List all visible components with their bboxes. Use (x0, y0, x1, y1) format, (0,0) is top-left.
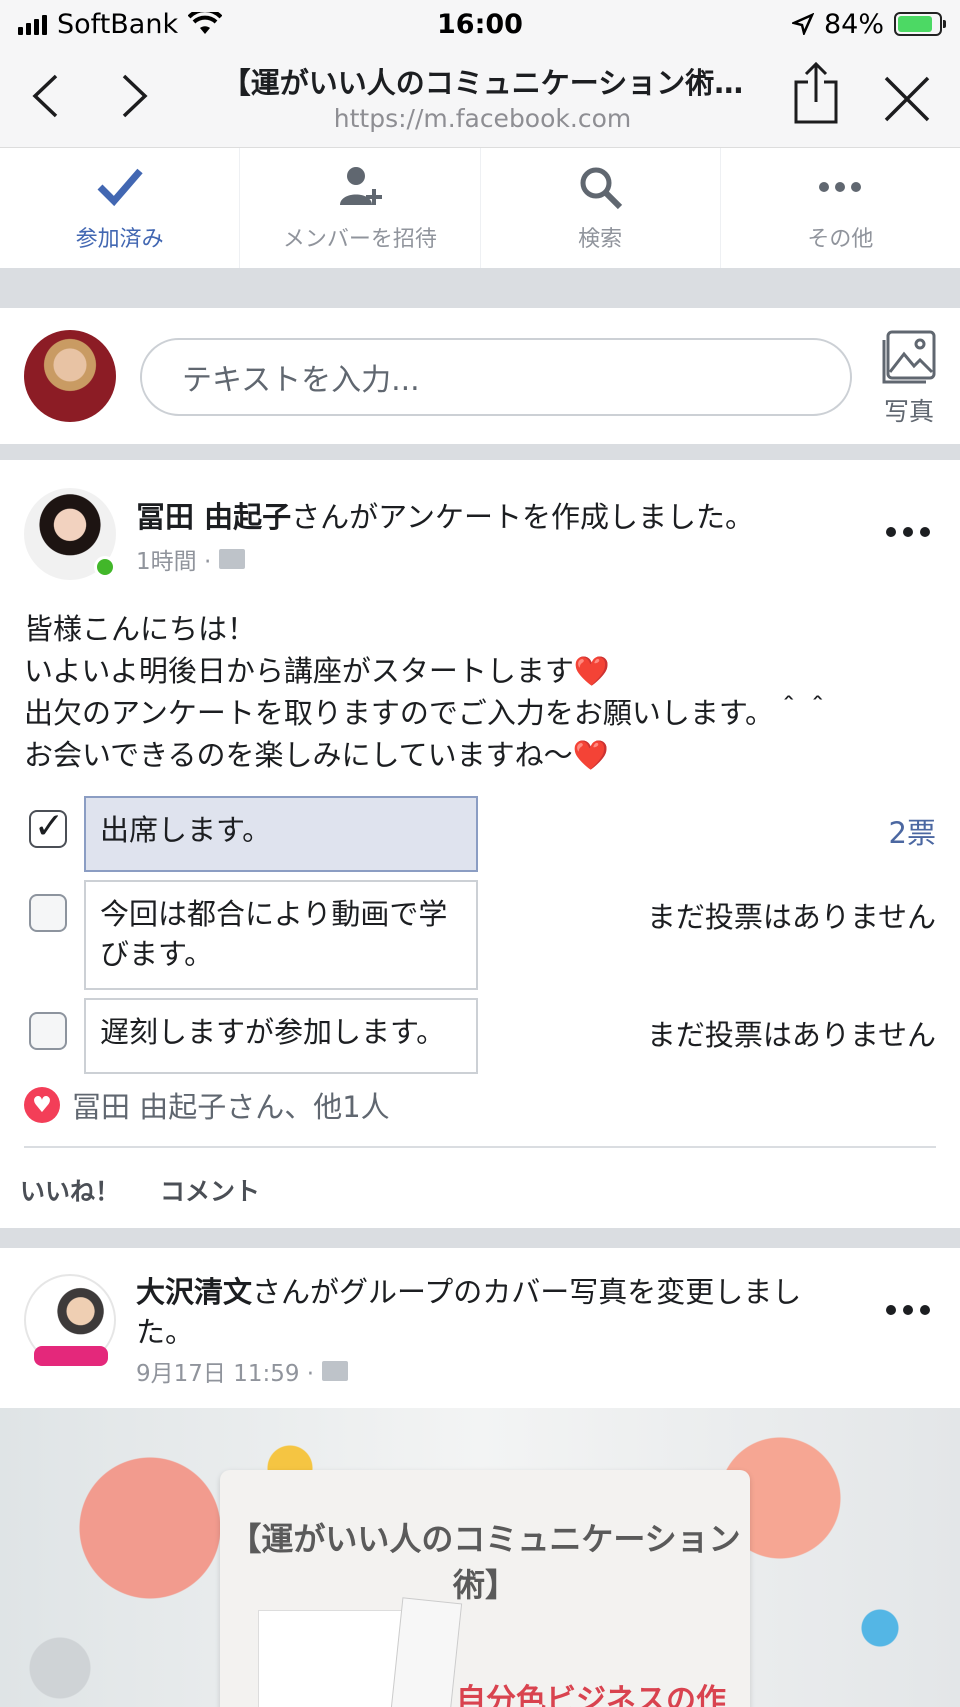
invite-members-button[interactable]: メンバーを招待 (240, 148, 481, 268)
post-header: 大沢清文さんがグループのカバー写真を変更しました。 (136, 1272, 856, 1352)
post-line: 皆様こんにちは！ (24, 612, 257, 646)
poll-post: 冨田 由起子さんがアンケートを作成しました。 1時間 · 皆様こんにちは！ いよ… (0, 460, 960, 1228)
add-person-icon (339, 167, 382, 205)
poll-vote-count: まだ投票はありません (646, 900, 936, 934)
cover-card: 【運がいい人のコミュニケーション術】 自分色ビジネスの作り方 (220, 1470, 750, 1707)
joined-label: 参加済み (75, 227, 164, 252)
photo-icon (882, 330, 936, 384)
close-icon[interactable] (880, 72, 934, 126)
group-audience-icon (219, 549, 246, 569)
poll-vote-count[interactable]: 2票 (889, 810, 936, 852)
forward-button[interactable] (110, 70, 160, 122)
carrier-name: SoftBank (57, 8, 179, 40)
search-icon (580, 167, 623, 210)
cover-subtitle: 自分色ビジネスの作り方 (456, 1683, 726, 1707)
section-divider (0, 268, 960, 308)
more-button[interactable]: その他 (721, 148, 960, 268)
group-audience-icon (322, 1361, 349, 1381)
search-button[interactable]: 検索 (481, 148, 721, 268)
poll-option[interactable]: 遅刻しますが参加します。 (84, 998, 478, 1074)
post-time[interactable]: 1時間 · (136, 542, 211, 576)
battery-icon (894, 12, 946, 36)
cover-photo-post: 大沢清文さんがグループのカバー写真を変更しました。 9月17日 11:59 · … (0, 1248, 960, 1707)
more-label: その他 (807, 227, 874, 252)
poll-option[interactable]: 出席します。 (84, 796, 478, 872)
post-line: 出欠のアンケートを取りますのでご入力をお願いします。＾＾ (24, 696, 832, 730)
reactions-text: 冨田 由起子さん、他1人 (72, 1090, 390, 1124)
poll-checkbox[interactable] (29, 894, 67, 932)
like-button[interactable]: いいね！ (20, 1172, 120, 1208)
poll-checkbox[interactable] (29, 806, 67, 848)
heart-icon: ♥ (24, 1087, 60, 1123)
post-line: お会いできるのを楽しみにしていますね〜❤️ (24, 738, 609, 772)
invite-members-label: メンバーを招待 (282, 227, 437, 252)
browser-bar: 【運がいい人のコミュニケーション術… https://m.facebook.co… (0, 48, 960, 148)
online-status-icon (94, 556, 116, 578)
poll-checkbox[interactable] (29, 1012, 67, 1050)
composer-input[interactable]: テキストを入力... (140, 338, 852, 416)
post-options-button[interactable] (886, 1300, 930, 1320)
post-body: 皆様こんにちは！ いよいよ明後日から講座がスタートします❤️ 出欠のアンケートを… (24, 608, 934, 776)
photo-label: 写真 (883, 397, 934, 426)
avatar-badge (34, 1346, 108, 1366)
post-action-text: さんがアンケートを作成しました。 (291, 500, 754, 534)
comment-button[interactable]: コメント (160, 1172, 260, 1208)
post-header: 冨田 由起子さんがアンケートを作成しました。 (136, 494, 754, 536)
my-avatar[interactable] (24, 330, 116, 422)
post-time[interactable]: 9月17日 11:59 · (136, 1354, 314, 1388)
location-icon (791, 13, 814, 35)
author-name[interactable]: 冨田 由起子 (136, 500, 291, 534)
share-icon[interactable] (790, 60, 842, 126)
poll-option-row: 出席します。 2票 (24, 796, 936, 872)
chevron-right-icon (122, 74, 148, 118)
cover-title: 【運がいい人のコミュニケーション術】 (229, 1520, 741, 1604)
section-divider (0, 444, 960, 460)
author-name[interactable]: 大沢清文 (136, 1275, 252, 1309)
post-meta: 1時間 · (136, 542, 246, 576)
photo-button[interactable]: 写真 (876, 328, 942, 428)
poll-option-row: 今回は都合により動画で学びます。 まだ投票はありません (24, 880, 936, 990)
battery-percent: 84% (823, 8, 884, 40)
reactions-summary[interactable]: ♥ 冨田 由起子さん、他1人 (24, 1084, 390, 1126)
post-line: いよいよ明後日から講座がスタートします❤️ (24, 654, 610, 688)
group-action-bar: 参加済み メンバーを招待 検索 その他 (0, 148, 960, 268)
poll: 出席します。 2票 今回は都合により動画で学びます。 まだ投票はありません 遅刻… (24, 796, 936, 1082)
poll-vote-count: まだ投票はありません (646, 1018, 936, 1052)
back-button[interactable] (20, 70, 70, 122)
wifi-icon (188, 12, 223, 34)
section-divider (0, 1228, 960, 1248)
page-url[interactable]: https://m.facebook.com (205, 104, 760, 133)
check-icon (97, 168, 143, 207)
more-icon (819, 182, 862, 192)
divider (24, 1146, 936, 1148)
poll-option[interactable]: 今回は都合により動画で学びます。 (84, 880, 478, 990)
cover-photo[interactable]: 【運がいい人のコミュニケーション術】 自分色ビジネスの作り方 (0, 1408, 960, 1707)
composer: テキストを入力... 写真 (0, 308, 960, 444)
post-options-button[interactable] (886, 522, 930, 542)
joined-button[interactable]: 参加済み (0, 148, 241, 268)
poll-option-row: 遅刻しますが参加します。 まだ投票はありません (24, 998, 936, 1074)
book-image (258, 1610, 408, 1707)
signal-icon (18, 13, 47, 35)
search-label: 検索 (578, 227, 623, 252)
post-actions: いいね！ コメント (20, 1172, 260, 1208)
post-meta: 9月17日 11:59 · (136, 1354, 349, 1388)
status-bar: SoftBank 16:00 84% (0, 0, 960, 48)
page-title: 【運がいい人のコミュニケーション術… (221, 66, 744, 100)
chevron-left-icon (32, 74, 58, 118)
